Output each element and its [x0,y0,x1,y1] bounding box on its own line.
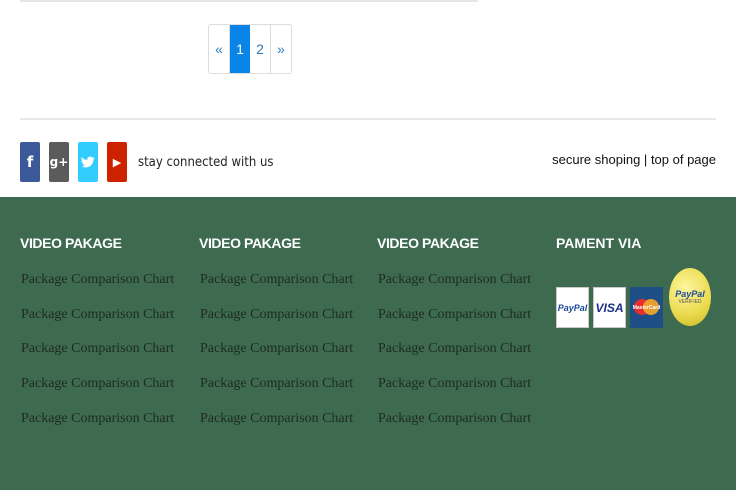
payment-heading: PAMENT VIA [556,235,642,251]
footer-column-3: VIDEO PAKAGE Package Comparison Chart Pa… [377,235,531,442]
pagination-prev[interactable]: « [209,25,230,73]
footer-link[interactable]: Package Comparison Chart [21,269,174,304]
footer-link[interactable]: Package Comparison Chart [378,408,531,443]
footer-link[interactable]: Package Comparison Chart [200,408,353,443]
footer-link[interactable]: Package Comparison Chart [378,338,531,373]
footer-link[interactable]: Package Comparison Chart [21,408,174,443]
footer-link[interactable]: Package Comparison Chart [21,373,174,408]
seal-verified: VERIFIED [678,299,702,305]
footer-link[interactable]: Package Comparison Chart [21,304,174,339]
payment-methods: PAMENT VIA PayPal VISA MasterCard PayPal… [556,235,711,328]
footer-column-heading: VIDEO PAKAGE [199,235,301,251]
footer-link[interactable]: Package Comparison Chart [378,269,531,304]
social-links: f g+ ▶ stay connected with us [20,142,273,182]
pagination: « 1 2 » [208,24,292,74]
footer-link[interactable]: Package Comparison Chart [200,338,353,373]
footer-link[interactable]: Package Comparison Chart [200,373,353,408]
google-plus-icon[interactable]: g+ [49,142,69,182]
pagination-next[interactable]: » [271,25,291,73]
footer-column-heading: VIDEO PAKAGE [377,235,479,251]
pagination-page-2[interactable]: 2 [250,25,271,73]
mastercard-label: MasterCard [632,304,661,311]
footer-column-2: VIDEO PAKAGE Package Comparison Chart Pa… [199,235,353,442]
pagination-page-1[interactable]: 1 [230,25,250,73]
payment-cards: PayPal VISA MasterCard [556,287,667,328]
footer-column-1: VIDEO PAKAGE Package Comparison Chart Pa… [20,235,174,442]
top-divider [20,0,478,2]
footer-link[interactable]: Package Comparison Chart [378,373,531,408]
twitter-icon[interactable] [78,142,98,182]
seal-brand: PayPal [675,289,705,299]
mastercard-icon: MasterCard [630,287,663,328]
footer-link[interactable]: Package Comparison Chart [200,304,353,339]
footer-link[interactable]: Package Comparison Chart [200,269,353,304]
footer-column-heading: VIDEO PAKAGE [20,235,122,251]
facebook-icon[interactable]: f [20,142,40,182]
visa-card-icon: VISA [593,287,626,328]
youtube-icon[interactable]: ▶ [107,142,127,182]
bird-glyph [81,156,95,168]
footer-link[interactable]: Package Comparison Chart [21,338,174,373]
top-of-page-link[interactable]: top of page [651,152,716,167]
section-divider [20,118,716,120]
paypal-verified-seal-icon: PayPal VERIFIED [669,268,711,326]
site-footer: VIDEO PAKAGE Package Comparison Chart Pa… [0,197,736,490]
footer-link[interactable]: Package Comparison Chart [378,304,531,339]
secure-shopping-link[interactable]: secure shoping [552,152,640,167]
link-separator: | [643,152,648,167]
utility-links: secure shoping | top of page [552,152,716,167]
stay-connected-text: stay connected with us [138,154,274,170]
paypal-card-icon: PayPal [556,287,589,328]
